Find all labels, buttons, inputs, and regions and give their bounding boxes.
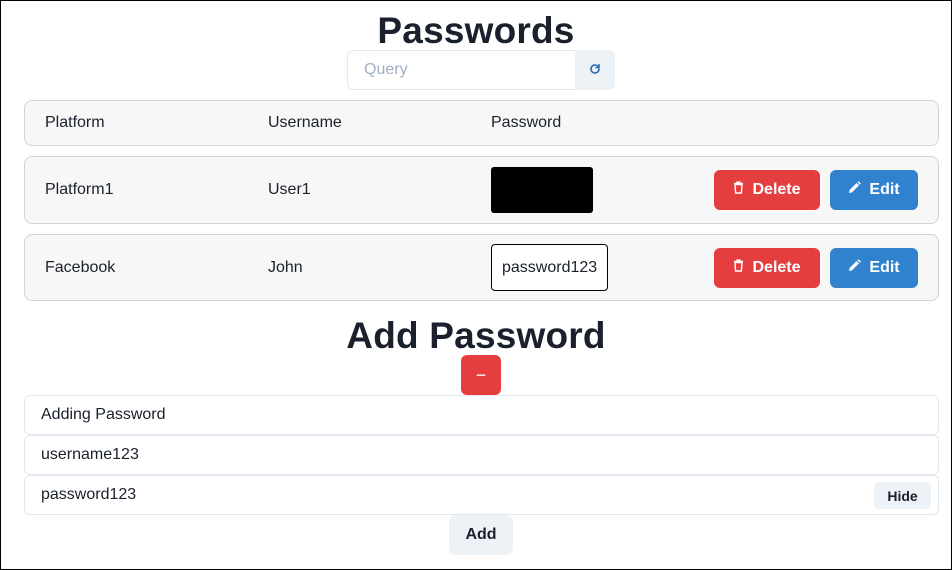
delete-label: Delete xyxy=(752,181,801,198)
page-title: Passwords xyxy=(377,10,575,51)
add-password-title: Add Password xyxy=(346,315,606,356)
edit-button[interactable]: Edit xyxy=(830,170,918,210)
hide-password-button[interactable]: Hide xyxy=(874,482,931,509)
delete-button[interactable]: Delete xyxy=(714,248,820,288)
platform-field[interactable] xyxy=(24,395,939,435)
column-header-platform: Platform xyxy=(45,114,105,131)
edit-label: Edit xyxy=(869,181,900,198)
delete-label: Delete xyxy=(752,259,801,276)
username-cell: User1 xyxy=(268,181,311,198)
shown-password-box[interactable]: password123 xyxy=(491,244,609,291)
pencil-icon xyxy=(848,259,862,277)
platform-cell: Facebook xyxy=(45,258,116,276)
minus-icon: − xyxy=(475,364,487,385)
pencil-icon xyxy=(848,181,862,199)
platform-cell: Platform1 xyxy=(45,181,114,198)
hidden-password-box[interactable] xyxy=(491,167,593,213)
refresh-button[interactable] xyxy=(575,50,615,90)
refresh-icon xyxy=(589,63,601,78)
collapse-button[interactable]: − xyxy=(461,355,501,395)
edit-button[interactable]: Edit xyxy=(830,248,918,288)
edit-label: Edit xyxy=(869,259,900,276)
username-field[interactable] xyxy=(24,435,939,475)
table-row: Facebook John password123 Delete Edit xyxy=(24,234,939,301)
password-text: password123 xyxy=(502,258,598,276)
table-header: Platform Username Password xyxy=(24,100,939,146)
password-field[interactable] xyxy=(24,475,939,515)
add-button[interactable]: Add xyxy=(449,515,513,555)
trash-icon xyxy=(733,181,744,199)
column-header-username: Username xyxy=(268,114,342,131)
column-header-password: Password xyxy=(491,114,562,131)
trash-icon xyxy=(733,259,744,277)
table-row: Platform1 User1 Delete Edit xyxy=(24,156,939,224)
username-cell: John xyxy=(268,258,303,276)
search-input[interactable] xyxy=(347,50,576,90)
delete-button[interactable]: Delete xyxy=(714,170,820,210)
